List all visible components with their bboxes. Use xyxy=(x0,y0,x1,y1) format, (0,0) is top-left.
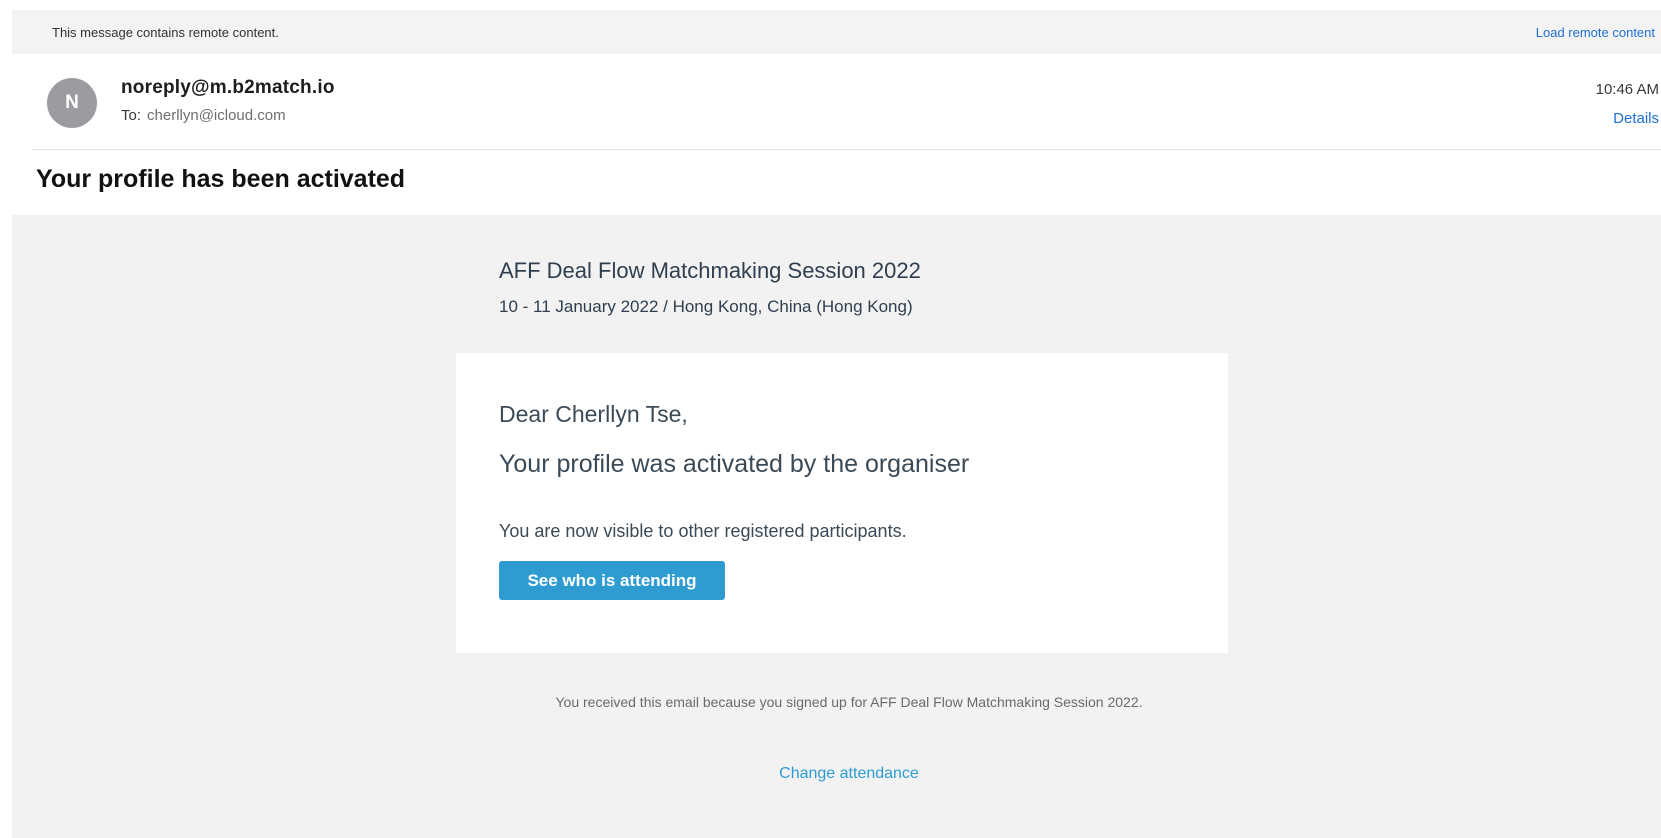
to-label: To: xyxy=(121,107,142,124)
recipient-address[interactable]: cherllyn@icloud.com xyxy=(147,107,286,124)
details-link[interactable]: Details xyxy=(1613,110,1659,127)
remote-content-banner: This message contains remote content. Lo… xyxy=(12,10,1661,54)
remote-content-message: This message contains remote content. xyxy=(52,24,279,40)
event-title: AFF Deal Flow Matchmaking Session 2022 xyxy=(499,258,921,283)
recipient-row: To: cherllyn@icloud.com xyxy=(121,107,286,124)
content-card: Dear Cherllyn Tse, Your profile was acti… xyxy=(456,353,1228,653)
email-body: AFF Deal Flow Matchmaking Session 2022 1… xyxy=(12,215,1661,838)
footer-text: You received this email because you sign… xyxy=(555,694,1143,710)
event-subtitle: 10 - 11 January 2022 / Hong Kong, China … xyxy=(499,297,913,316)
avatar: N xyxy=(47,78,97,128)
sender-address[interactable]: noreply@m.b2match.io xyxy=(121,77,335,99)
visibility-text: You are now visible to other registered … xyxy=(499,521,907,541)
message-subject: Your profile has been activated xyxy=(36,165,406,193)
change-attendance-link[interactable]: Change attendance xyxy=(499,765,1199,783)
see-who-is-attending-button[interactable]: See who is attending xyxy=(499,561,725,600)
message-header: N noreply@m.b2match.io To: cherllyn@iclou… xyxy=(32,56,1661,150)
mail-viewer: This message contains remote content. Lo… xyxy=(12,0,1661,838)
message-time: 10:46 AM xyxy=(1595,81,1659,98)
greeting: Dear Cherllyn Tse, xyxy=(499,401,688,427)
load-remote-content-link[interactable]: Load remote content xyxy=(1536,25,1655,40)
activation-headline: Your profile was activated by the organi… xyxy=(499,450,970,478)
